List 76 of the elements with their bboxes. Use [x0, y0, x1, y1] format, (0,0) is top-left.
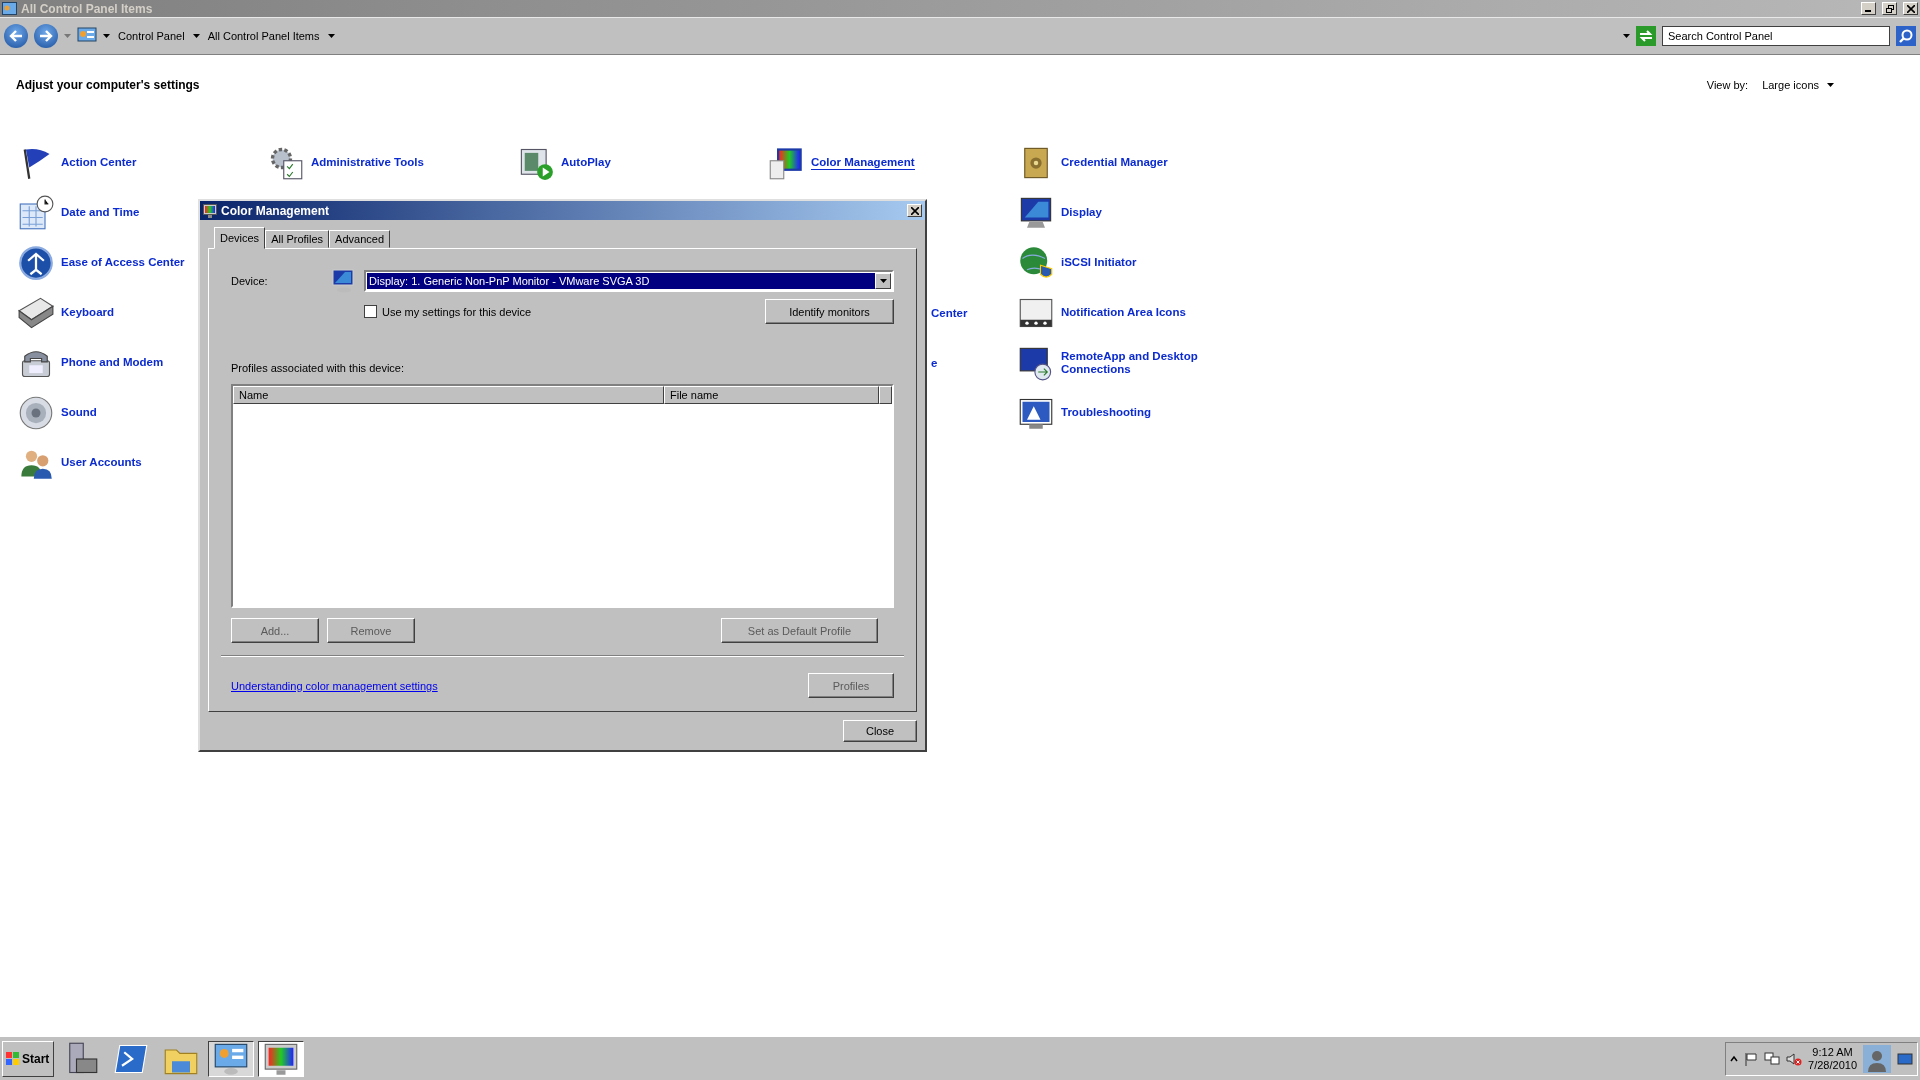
column-header[interactable]: Name — [233, 386, 664, 404]
identify-monitors-button[interactable]: Identify monitors — [765, 299, 894, 324]
forward-button[interactable] — [34, 24, 58, 48]
device-dropdown[interactable]: Display: 1. Generic Non-PnP Monitor - VMware SVGA 3D — [364, 270, 894, 292]
chevron-up-icon[interactable] — [1730, 1054, 1739, 1063]
clock[interactable]: 9:12 AM 7/28/2010 — [1808, 1045, 1857, 1072]
breadcrumb-arrow-icon[interactable] — [192, 34, 200, 38]
dropdown-arrow-icon — [879, 279, 887, 283]
monitor-icon — [1018, 195, 1054, 231]
refresh-button[interactable] — [1636, 26, 1656, 46]
color-monitor-icon — [203, 203, 217, 218]
control-panel-icon — [77, 27, 97, 45]
tab[interactable]: All Profiles — [265, 230, 330, 248]
restore-icon — [1885, 4, 1894, 13]
color-monitor-icon — [768, 145, 804, 181]
help-link[interactable]: Understanding color management settings — [231, 679, 438, 692]
show-desktop-icon[interactable] — [1897, 1051, 1913, 1066]
flag-icon[interactable] — [1744, 1051, 1759, 1066]
close-dialog-button[interactable]: Close — [843, 720, 917, 742]
control-panel-item[interactable]: Action Center — [18, 138, 268, 188]
dropdown-arrow-icon — [1827, 83, 1834, 87]
view-by-label: View by: — [1706, 79, 1749, 91]
device-label: Device: — [231, 275, 269, 287]
keyboard-icon — [18, 295, 54, 331]
user-avatar-icon[interactable] — [1863, 1044, 1891, 1073]
dropdown-arrow-icon — [1623, 34, 1630, 38]
search-button[interactable] — [1896, 26, 1916, 46]
search-field[interactable]: Search Control Panel — [1662, 26, 1890, 46]
gears-icon — [268, 145, 304, 181]
control-panel-item[interactable]: Notification Area Icons — [1018, 288, 1268, 338]
dialog-title: Color Management — [221, 203, 330, 218]
profiles-label: Profiles associated with this device: — [231, 362, 406, 374]
control-panel-item[interactable]: e — [931, 356, 1018, 370]
control-panel-item[interactable]: Color Management — [768, 138, 1018, 188]
tab[interactable]: Devices — [214, 227, 266, 249]
restore-button[interactable] — [1882, 2, 1897, 15]
control-panel-item[interactable]: iSCSI Initiator — [1018, 238, 1268, 288]
windows-logo-icon — [6, 1051, 20, 1066]
control-panel-icon — [2, 2, 17, 15]
checkbox[interactable] — [364, 305, 377, 318]
back-button[interactable] — [4, 24, 28, 48]
breadcrumb-arrow-icon[interactable] — [103, 34, 110, 38]
remote-monitor-icon — [1018, 345, 1054, 381]
checkbox-label: Use my settings for this device — [382, 305, 532, 318]
speaker-muted-icon[interactable] — [1786, 1051, 1803, 1066]
forward-arrow-icon — [39, 30, 53, 42]
address-history-button[interactable] — [1623, 34, 1630, 38]
start-button[interactable]: Start — [2, 1040, 54, 1077]
speaker-icon — [18, 395, 54, 431]
control-panel-item[interactable]: Center — [931, 306, 1018, 320]
breadcrumb-link[interactable]: Control Panel — [116, 30, 187, 42]
close-button[interactable] — [907, 204, 922, 217]
control-panel-item[interactable]: Keyboard — [18, 288, 268, 338]
control-panel-item[interactable]: AutoPlay — [518, 138, 768, 188]
calendar-clock-icon — [18, 195, 54, 231]
globe-icon — [1018, 245, 1054, 281]
network-icon[interactable] — [1764, 1051, 1781, 1066]
page-heading: Adjust your computer's settings — [16, 78, 201, 92]
close-button[interactable] — [1903, 2, 1918, 15]
view-by-dropdown[interactable]: Large icons — [1762, 79, 1834, 91]
window-title: All Control Panel Items — [21, 1, 154, 16]
control-panel-item[interactable]: Administrative Tools — [268, 138, 518, 188]
breadcrumb-arrow-icon[interactable] — [327, 34, 335, 38]
back-arrow-icon — [9, 30, 23, 42]
control-panel-item[interactable]: RemoteApp and Desktop Connections — [1018, 338, 1268, 388]
control-panel-item[interactable]: Display — [1018, 188, 1268, 238]
accessibility-icon — [18, 245, 54, 281]
control-panel-item[interactable]: User Accounts — [18, 438, 268, 488]
control-panel-item[interactable]: Troubleshooting — [1018, 388, 1268, 438]
column-header[interactable]: File name — [664, 386, 879, 404]
control-panel-item[interactable]: Credential Manager — [1018, 138, 1268, 188]
tab[interactable]: Advanced — [329, 230, 391, 248]
minimize-button[interactable] — [1861, 2, 1876, 15]
breadcrumb-link[interactable]: All Control Panel Items — [205, 30, 322, 42]
dropdown-button[interactable] — [875, 273, 891, 289]
close-icon — [1906, 4, 1915, 13]
